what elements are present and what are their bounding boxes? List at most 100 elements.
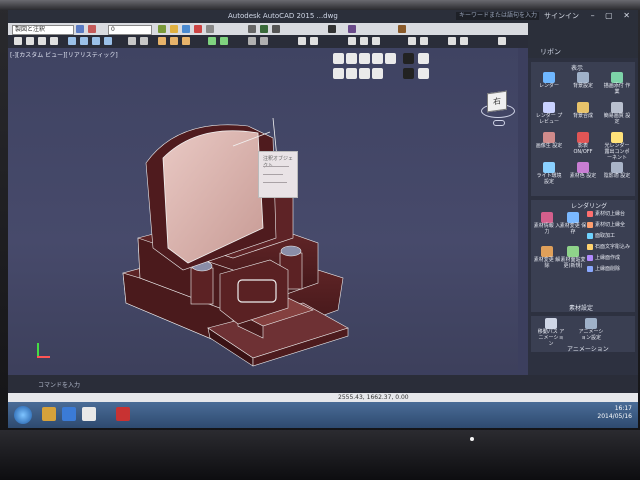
mirror-icon[interactable]	[104, 37, 112, 45]
grid-icon[interactable]	[460, 37, 468, 45]
taskbar-clock[interactable]: 16:17 2014/05/16	[597, 405, 632, 421]
copy-icon[interactable]	[80, 37, 88, 45]
palette-row-label: 面取加工	[595, 233, 616, 239]
palette-button[interactable]: 素材面貼変更(新規)	[559, 246, 587, 269]
ucs-world-icon[interactable]	[310, 37, 318, 45]
autocad-icon[interactable]	[116, 407, 130, 421]
sphere-icon[interactable]	[182, 37, 190, 45]
tool-icon[interactable]	[398, 25, 406, 33]
pan-icon[interactable]	[260, 25, 268, 33]
palette-row-label: 上縁面削除	[595, 266, 621, 272]
rotate-icon[interactable]	[92, 37, 100, 45]
palette-row-label: 素材切上縁台	[595, 211, 626, 217]
palette-row-button[interactable]: 上縁面作成	[587, 254, 635, 262]
palette-button[interactable]: 背景設定	[569, 72, 597, 94]
settings-icon[interactable]	[498, 37, 506, 45]
orbit-icon[interactable]	[272, 25, 280, 33]
animation-section-title: アニメーション	[567, 346, 609, 353]
hand-icon[interactable]	[328, 25, 336, 33]
bezel-reflection	[0, 0, 640, 10]
rendering-section: レンダリング 素材情報 入力 素材変更 保存 素材変更 解除 素材面貼変更(新規) 素…	[531, 200, 635, 312]
palette-button[interactable]: 画像生 設定	[535, 132, 563, 154]
arc-icon[interactable]	[50, 37, 58, 45]
command-line[interactable]: コマンドを入力	[8, 375, 638, 393]
palette-button[interactable]: 背景合成	[569, 102, 597, 124]
line-icon[interactable]	[14, 37, 22, 45]
save-icon[interactable]	[76, 25, 84, 33]
palette-row-button[interactable]: 素材切上縁台	[587, 210, 635, 218]
text-icon[interactable]	[260, 37, 268, 45]
properties-icon[interactable]	[194, 25, 202, 33]
hide-icon[interactable]	[408, 37, 416, 45]
match-icon[interactable]	[206, 25, 214, 33]
explorer-icon[interactable]	[42, 407, 56, 421]
box-icon[interactable]	[158, 37, 166, 45]
palette-row-button[interactable]: 素材切上縁全	[587, 221, 635, 229]
undo-icon[interactable]	[88, 25, 96, 33]
palette-button-label: 描画添付 作業	[603, 83, 631, 95]
shading-icon	[611, 162, 623, 173]
palette-button[interactable]: 描画添付 作業	[603, 72, 631, 95]
palette-button-label: レンダー プレビュー	[535, 113, 563, 125]
start-button[interactable]	[14, 406, 32, 424]
window-controls[interactable]: – ▢ ✕	[591, 11, 634, 20]
palette-button[interactable]: アニメーション設定	[577, 318, 605, 341]
draw-toolbar	[8, 35, 528, 48]
palette-button[interactable]: 陰影適 設定	[603, 162, 631, 184]
palette-button[interactable]: 素材変更 保存	[559, 212, 587, 235]
union-icon[interactable]	[208, 37, 216, 45]
snap-icon[interactable]	[182, 25, 190, 33]
palette-button-label: ライト環境 設定	[536, 173, 562, 185]
view-top-icon[interactable]	[348, 37, 356, 45]
palette-button[interactable]: 素材色 設定	[569, 162, 597, 184]
palette-button[interactable]: レンダー プレビュー	[535, 102, 563, 125]
tombstone-3d-model[interactable]	[8, 48, 518, 370]
shade-icon[interactable]	[420, 37, 428, 45]
drawing-viewport[interactable]: [-][カスタム ビュー][リアリスティック] 右 注釈オブジェ	[8, 48, 518, 370]
circle-icon[interactable]	[38, 37, 46, 45]
view-front-icon[interactable]	[360, 37, 368, 45]
palette-button-label: 素材色 設定	[569, 173, 597, 179]
layer-dropdown[interactable]: 0	[108, 25, 152, 35]
background-icon	[577, 72, 589, 83]
polyline-icon[interactable]	[26, 37, 34, 45]
move-icon[interactable]	[68, 37, 76, 45]
palette-row-button[interactable]: 上縁面削除	[587, 265, 635, 273]
palette-button[interactable]: 簡易画質 設定	[603, 102, 631, 125]
zoom-icon[interactable]	[248, 25, 256, 33]
palette-button[interactable]: 影表 ON/OFF	[569, 132, 597, 155]
lightbulb-icon[interactable]	[170, 25, 178, 33]
media-icon[interactable]	[82, 407, 96, 421]
cylinder-icon[interactable]	[170, 37, 178, 45]
view-icon[interactable]	[348, 25, 356, 33]
subtract-icon[interactable]	[220, 37, 228, 45]
layer-icon[interactable]	[158, 25, 166, 33]
ie-icon[interactable]	[62, 407, 76, 421]
palette-row-button[interactable]: 面取加工	[587, 232, 635, 240]
trim-icon[interactable]	[128, 37, 136, 45]
window-title: Autodesk AutoCAD 2015 ...dwg	[228, 12, 338, 20]
extend-icon[interactable]	[140, 37, 148, 45]
palette-button[interactable]: ライト環境 設定	[535, 162, 563, 185]
edge-all-icon	[587, 222, 593, 228]
snap-toggle-icon[interactable]	[448, 37, 456, 45]
composite-icon	[577, 102, 589, 113]
signin-button[interactable]: サインイン	[544, 11, 579, 21]
top-face-icon	[587, 255, 593, 261]
palette-button[interactable]: レンダー	[535, 72, 563, 94]
ribbon-tab-label[interactable]: リボン	[540, 47, 561, 57]
view-iso-icon[interactable]	[372, 37, 380, 45]
command-prompt[interactable]: コマンドを入力	[38, 380, 80, 389]
annotation-popup: 注釈オブジェクト	[258, 151, 298, 198]
palette-button-label: 簡易画質 設定	[603, 113, 631, 125]
popup-divider	[263, 182, 287, 183]
palette-button[interactable]: 光レンダー 露出コンポーネント	[603, 132, 631, 161]
palette-button[interactable]: 移動パス アニメーション	[537, 318, 565, 347]
palette-button[interactable]: 素材変更 解除	[533, 246, 561, 269]
search-input[interactable]: キーワードまたは語句を入力	[456, 12, 539, 20]
workspace-dropdown[interactable]: 製図と注釈	[12, 25, 74, 35]
palette-row-button[interactable]: 石面文字彫込み	[587, 243, 635, 251]
palette-button[interactable]: 素材情報 入力	[533, 212, 561, 235]
dimension-icon[interactable]	[248, 37, 256, 45]
ucs-icon[interactable]	[298, 37, 306, 45]
